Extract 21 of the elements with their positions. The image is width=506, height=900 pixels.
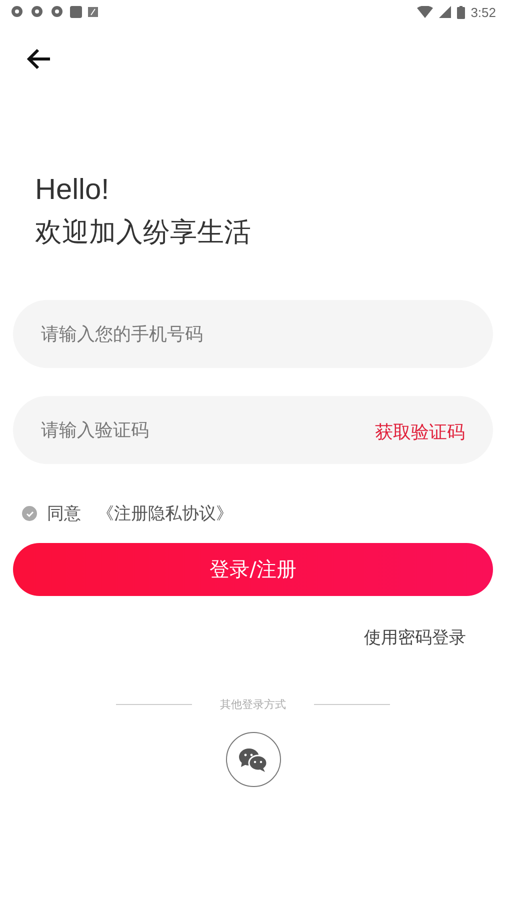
battery-icon: [456, 6, 465, 18]
status-time: 3:52: [470, 4, 496, 20]
agree-checkbox[interactable]: [22, 506, 37, 521]
greeting-title: Hello!: [35, 173, 110, 208]
agree-label: 同意: [47, 503, 81, 525]
other-login-label: 其他登录方式: [220, 697, 286, 712]
notification-icon: [70, 5, 82, 19]
notification-icon: [50, 5, 64, 19]
login-button[interactable]: 登录/注册: [13, 543, 493, 596]
chat-bubbles-icon: [238, 746, 268, 772]
wifi-icon: [416, 6, 433, 18]
greeting-subtitle: 欢迎加入纷享生活: [35, 216, 252, 250]
privacy-agreement-link[interactable]: 《注册隐私协议》: [91, 502, 233, 525]
notification-icon: [30, 5, 44, 19]
phone-input-field[interactable]: 请输入您的手机号码: [13, 300, 493, 368]
check-icon: [26, 510, 34, 516]
notification-icon: [88, 6, 98, 18]
signal-icon: [438, 6, 451, 18]
password-login-link[interactable]: 使用密码登录: [364, 626, 466, 649]
get-code-link[interactable]: 获取验证码: [375, 420, 465, 444]
notification-icon: [10, 5, 24, 19]
